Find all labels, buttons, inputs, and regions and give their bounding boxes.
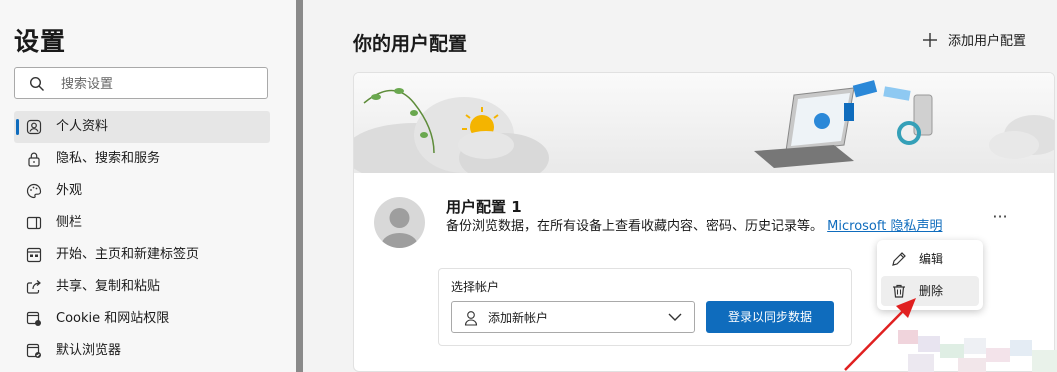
privacy-statement-link[interactable]: Microsoft 隐私声明 <box>827 219 942 234</box>
settings-sidebar: 设置 个人资料 隐私、搜索和服务 <box>0 0 296 372</box>
sidebar-item-label: 外观 <box>56 183 83 198</box>
sidebar-item-share[interactable]: 共享、复制和粘贴 <box>14 271 270 303</box>
sign-in-sync-button[interactable]: 登录以同步数据 <box>706 301 834 333</box>
sidebar-item-label: 开始、主页和新建标签页 <box>56 247 200 262</box>
sidebar-item-default-browser[interactable]: 默认浏览器 <box>14 335 270 367</box>
settings-nav: 个人资料 隐私、搜索和服务 外观 侧栏 开始、主页和新建标签页 共享、复制和粘贴… <box>14 111 270 367</box>
pencil-icon <box>892 252 906 266</box>
select-account-label: 选择帐户 <box>451 280 500 294</box>
watermark-mosaic <box>898 330 1057 372</box>
sidebar-item-label: Cookie 和网站权限 <box>56 311 170 326</box>
avatar <box>374 197 425 248</box>
lock-icon <box>28 152 40 167</box>
sidebar-item-appearance[interactable]: 外观 <box>14 175 270 207</box>
palette-icon <box>26 183 42 199</box>
chevron-down-icon <box>668 313 682 321</box>
trash-icon <box>893 284 905 298</box>
sidebar-item-label: 共享、复制和粘贴 <box>56 279 161 294</box>
share-icon <box>26 280 41 294</box>
sidebar-item-label: 默认浏览器 <box>56 343 122 358</box>
search-input[interactable] <box>59 73 263 95</box>
person-icon <box>464 311 478 326</box>
sidebar-item-sidebar[interactable]: 侧栏 <box>14 207 270 239</box>
page-title: 你的用户配置 <box>353 33 468 55</box>
profile-name: 用户配置 1 <box>446 198 522 216</box>
sidebar-item-cookies[interactable]: Cookie 和网站权限 <box>14 303 270 335</box>
cookie-icon <box>26 311 41 326</box>
add-profile-label: 添加用户配置 <box>948 34 1027 49</box>
profile-icon <box>26 119 42 135</box>
account-dropdown[interactable]: 添加新帐户 <box>451 301 695 333</box>
sidebar-item-label: 个人资料 <box>56 119 109 134</box>
search-icon <box>29 76 44 91</box>
account-dropdown-value: 添加新帐户 <box>488 311 549 325</box>
more-options-button[interactable]: ··· <box>989 209 1011 232</box>
edit-menu-item[interactable]: 编辑 <box>881 244 979 274</box>
browser-icon <box>26 343 41 358</box>
sidebar-item-label: 侧栏 <box>56 215 83 230</box>
delete-menu-label: 删除 <box>919 284 944 298</box>
profile-banner-illustration <box>354 73 1054 173</box>
plus-icon <box>923 32 937 47</box>
home-tab-icon <box>26 247 42 263</box>
sidebar-item-start-home[interactable]: 开始、主页和新建标签页 <box>14 239 270 271</box>
add-profile-button[interactable]: 添加用户配置 <box>922 30 1026 49</box>
sidebar-item-profile[interactable]: 个人资料 <box>14 111 270 143</box>
settings-title: 设置 <box>14 27 67 56</box>
profile-description-text: 备份浏览数据，在所有设备上查看收藏内容、密码、历史记录等。 <box>446 219 824 234</box>
profile-description: 备份浏览数据，在所有设备上查看收藏内容、密码、历史记录等。 Microsoft … <box>446 217 966 236</box>
sidebar-item-privacy[interactable]: 隐私、搜索和服务 <box>14 143 270 175</box>
pane-divider[interactable] <box>296 0 303 372</box>
search-box[interactable] <box>14 67 268 99</box>
edit-menu-label: 编辑 <box>919 252 944 266</box>
sidebar-icon <box>26 216 42 230</box>
sidebar-item-label: 隐私、搜索和服务 <box>56 151 161 166</box>
